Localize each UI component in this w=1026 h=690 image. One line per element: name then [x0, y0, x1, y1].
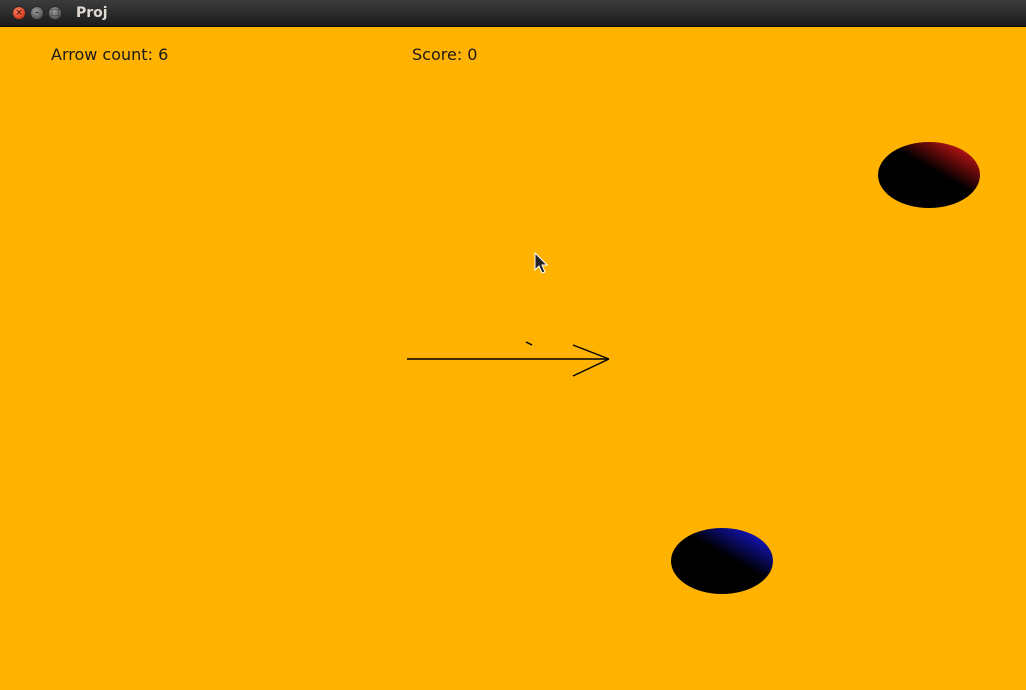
minimize-window-button[interactable]: – [30, 6, 44, 20]
game-window: × – □ Proj Arrow count: 6 Score: 0 [0, 0, 1026, 690]
arrow-head-top [572, 344, 610, 360]
window-title: Proj [76, 5, 108, 21]
arrow[interactable] [407, 344, 610, 377]
game-canvas[interactable]: Arrow count: 6 Score: 0 [0, 27, 1026, 690]
small-tick-mark [525, 341, 533, 346]
red-balloon[interactable] [878, 142, 980, 208]
close-window-button[interactable]: × [12, 6, 26, 20]
mouse-pointer-icon [534, 251, 549, 274]
window-titlebar[interactable]: × – □ Proj [0, 0, 1026, 27]
game-scene [407, 142, 980, 594]
blue-balloon[interactable] [671, 528, 773, 594]
maximize-window-button[interactable]: □ [48, 6, 62, 20]
arrow-head-bottom [572, 358, 610, 377]
